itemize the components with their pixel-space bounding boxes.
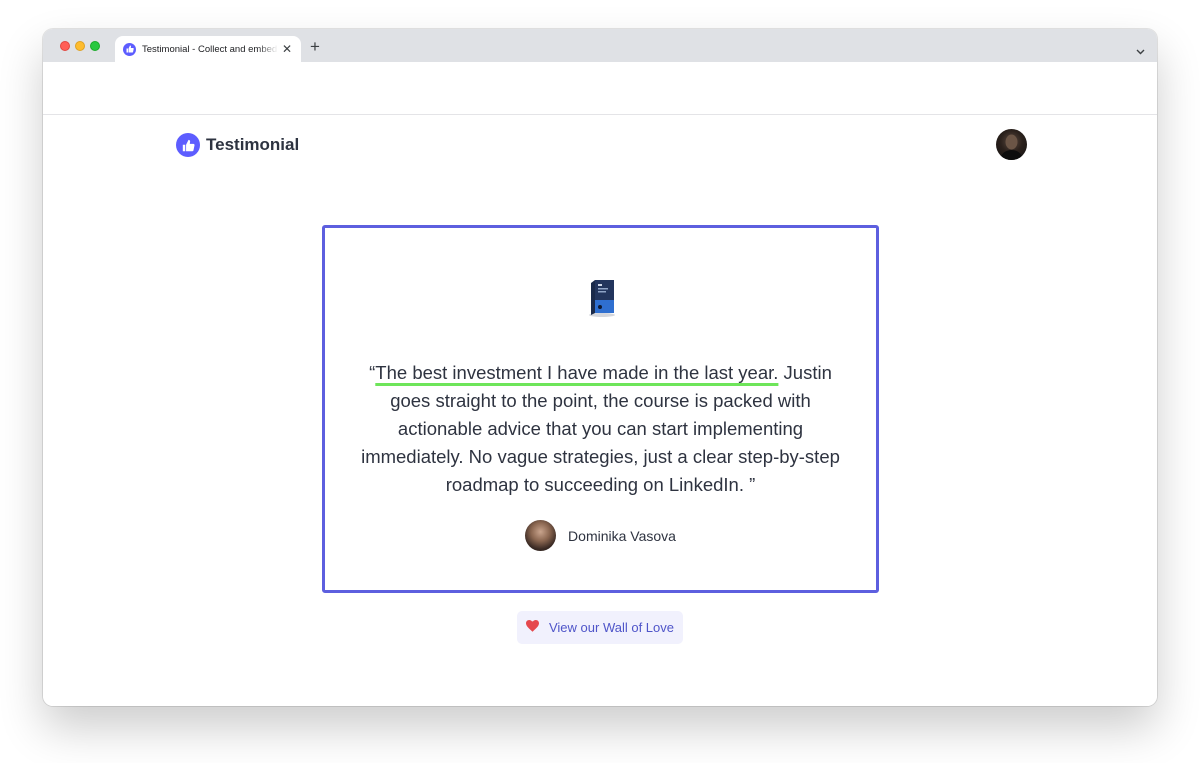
browser-tab[interactable]: Testimonial - Collect and embed testimon… xyxy=(115,36,301,62)
tab-strip: Testimonial - Collect and embed testimon… xyxy=(43,29,1157,62)
screenshot-stage: Testimonial - Collect and embed testimon… xyxy=(0,0,1200,763)
wall-of-love-button[interactable]: View our Wall of Love xyxy=(517,611,683,644)
chevron-down-icon[interactable] xyxy=(1136,42,1145,60)
brand-name: Testimonial xyxy=(206,135,300,154)
testimonial-quote: “The best investment I have made in the … xyxy=(347,359,854,499)
testimonial-author: Dominika Vasova xyxy=(325,520,876,551)
new-tab-button[interactable]: + xyxy=(310,38,320,55)
user-avatar[interactable] xyxy=(996,129,1027,160)
thumbs-up-icon xyxy=(123,42,136,56)
close-tab-icon[interactable]: ✕ xyxy=(282,43,292,55)
testimonial-card: “The best investment I have made in the … xyxy=(322,225,879,593)
browser-toolbar xyxy=(43,62,1157,115)
author-name: Dominika Vasova xyxy=(568,527,676,544)
page-content: Testimonial “The best investment I have … xyxy=(43,115,1157,706)
minimize-window-button[interactable] xyxy=(75,41,85,51)
close-window-button[interactable] xyxy=(60,41,70,51)
heart-icon xyxy=(525,619,539,637)
browser-window: Testimonial - Collect and embed testimon… xyxy=(43,29,1157,706)
author-avatar xyxy=(525,520,557,551)
maximize-window-button[interactable] xyxy=(90,41,100,51)
tab-title: Testimonial - Collect and embed testimon… xyxy=(142,43,278,55)
thumbs-up-icon xyxy=(176,133,200,157)
brand[interactable]: Testimonial xyxy=(176,133,299,157)
course-book-image xyxy=(587,278,617,318)
quote-highlight: The best investment I have made in the l… xyxy=(375,362,779,383)
quote-close-mark: ” xyxy=(749,474,756,495)
wall-of-love-label: View our Wall of Love xyxy=(548,620,674,635)
